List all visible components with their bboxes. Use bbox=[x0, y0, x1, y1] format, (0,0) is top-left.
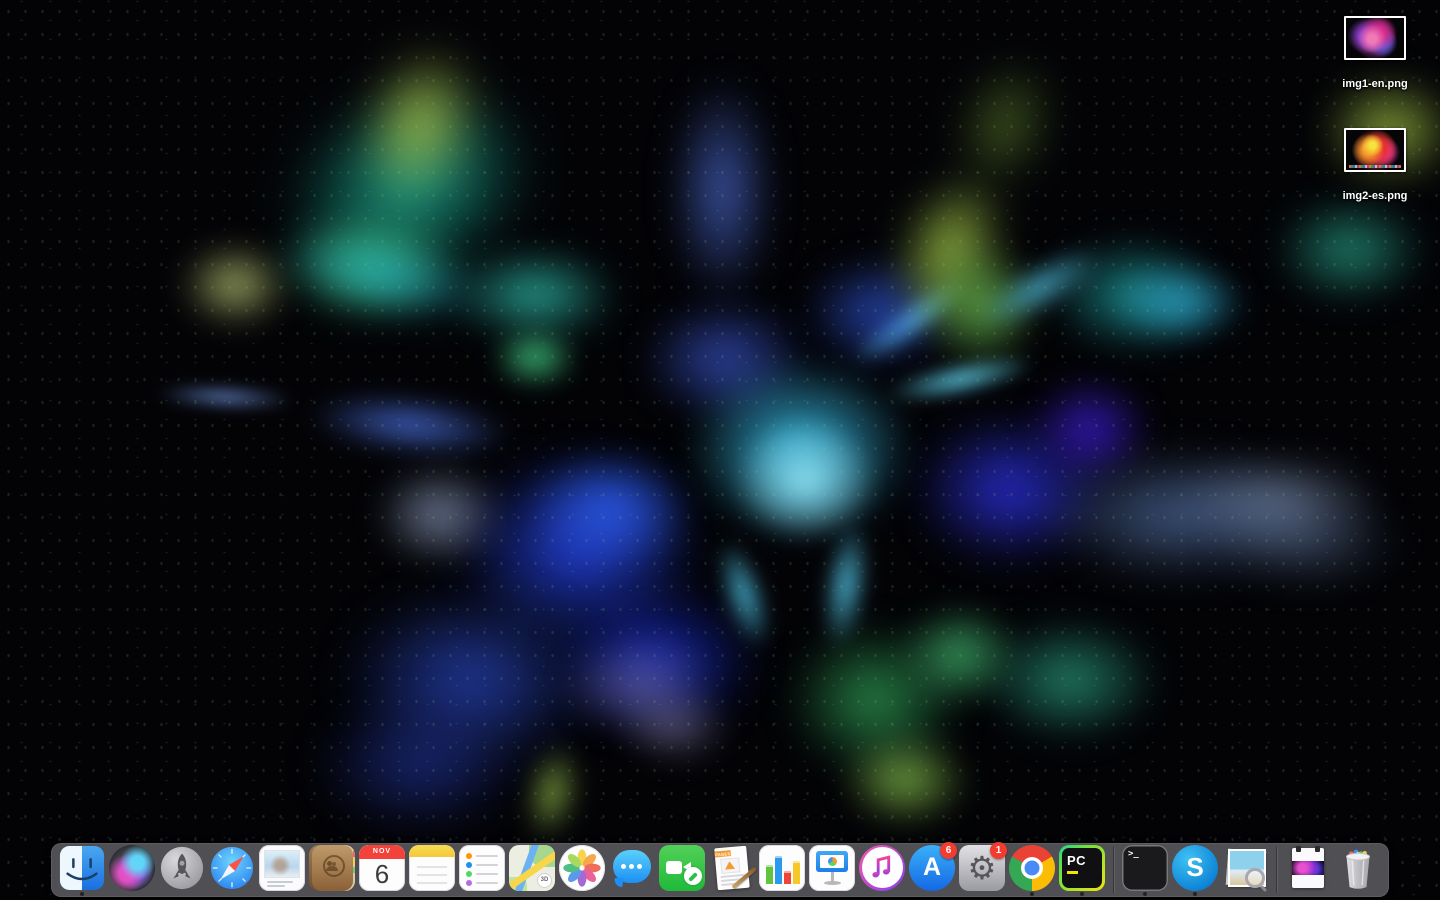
mail-icon bbox=[259, 845, 305, 891]
dock-item-document-img[interactable] bbox=[1283, 843, 1333, 897]
skype-icon: S bbox=[1172, 845, 1218, 891]
speckle-layer bbox=[0, 0, 1440, 900]
dock-item-facetime[interactable] bbox=[657, 843, 707, 897]
siri-icon bbox=[109, 845, 155, 891]
dock-item-notes[interactable] bbox=[407, 843, 457, 897]
file-thumbnail-img2 bbox=[1344, 128, 1406, 172]
dock-item-trash[interactable] bbox=[1333, 843, 1383, 897]
bar-green bbox=[766, 865, 773, 884]
dock-item-photos[interactable] bbox=[557, 843, 607, 897]
dock-item-preview[interactable] bbox=[1220, 843, 1270, 897]
dock-item-launchpad[interactable] bbox=[157, 843, 207, 897]
trash-full-icon bbox=[1335, 845, 1381, 891]
dock-item-pycharm[interactable]: PC bbox=[1057, 843, 1107, 897]
launchpad-icon bbox=[159, 845, 205, 891]
itunes-icon bbox=[859, 845, 905, 891]
desktop-file-img1-en[interactable]: img1-en.png bbox=[1315, 16, 1435, 90]
pycharm-icon: PC bbox=[1059, 845, 1105, 891]
dock-item-terminal[interactable]: >_ bbox=[1120, 843, 1170, 897]
safari-icon bbox=[209, 845, 255, 891]
file-label: img2-es.png bbox=[1343, 190, 1408, 202]
bar-blue bbox=[775, 856, 782, 884]
dock-item-itunes[interactable] bbox=[857, 843, 907, 897]
calendar-day: 6 bbox=[359, 859, 405, 891]
dock-item-mail[interactable] bbox=[257, 843, 307, 897]
chrome-icon bbox=[1009, 845, 1055, 891]
dock-item-safari[interactable] bbox=[207, 843, 257, 897]
macos-desktop: img1-en.png img2-es.png bbox=[0, 0, 1440, 900]
contacts-icon bbox=[309, 845, 355, 891]
running-indicator bbox=[1030, 892, 1034, 896]
address-line bbox=[267, 885, 285, 887]
dock-item-pages[interactable]: PAGES bbox=[707, 843, 757, 897]
notification-badge: 1 bbox=[990, 842, 1007, 859]
running-indicator bbox=[80, 892, 84, 896]
maps-icon: 3D bbox=[509, 845, 555, 891]
dock-item-skype[interactable]: S bbox=[1170, 843, 1220, 897]
video-camera-glyph bbox=[666, 861, 682, 874]
keynote-icon bbox=[809, 845, 855, 891]
maps-3d-badge: 3D bbox=[537, 873, 552, 888]
dock-item-app-store[interactable]: A 6 bbox=[907, 843, 957, 897]
dock-item-reminders[interactable] bbox=[457, 843, 507, 897]
running-indicator bbox=[1193, 892, 1197, 896]
dock-item-maps[interactable]: 3D bbox=[507, 843, 557, 897]
desktop-file-img2-es[interactable]: img2-es.png bbox=[1315, 128, 1435, 202]
reminders-icon bbox=[459, 845, 505, 891]
dock-divider bbox=[1276, 847, 1277, 893]
pages-icon: PAGES bbox=[709, 845, 755, 891]
pycharm-logo-text: PC bbox=[1067, 853, 1086, 868]
finder-icon bbox=[59, 845, 105, 891]
dock-item-system-preferences[interactable]: ⚙ 1 bbox=[957, 843, 1007, 897]
terminal-icon: >_ bbox=[1122, 845, 1168, 891]
bar-red bbox=[784, 871, 791, 884]
dock-item-calendar[interactable]: NOV 6 bbox=[357, 843, 407, 897]
stamp-picture bbox=[264, 850, 300, 878]
messages-icon bbox=[609, 845, 655, 891]
image-document-icon bbox=[1285, 845, 1331, 891]
photos-icon bbox=[559, 845, 605, 891]
dock-item-chrome[interactable] bbox=[1007, 843, 1057, 897]
wallpaper bbox=[0, 0, 1440, 900]
pages-banner: PAGES bbox=[714, 850, 730, 857]
dock-item-keynote[interactable] bbox=[807, 843, 857, 897]
notes-icon bbox=[409, 845, 455, 891]
dock-item-siri[interactable] bbox=[107, 843, 157, 897]
book-tab bbox=[353, 859, 355, 865]
address-line bbox=[267, 881, 293, 883]
calendar-icon: NOV 6 bbox=[359, 845, 405, 891]
running-indicator bbox=[1080, 892, 1084, 896]
file-thumbnail-img1 bbox=[1344, 16, 1406, 60]
dock-item-finder[interactable] bbox=[57, 843, 107, 897]
book-tab bbox=[353, 851, 355, 857]
dock-item-messages[interactable] bbox=[607, 843, 657, 897]
dock: NOV 6 bbox=[51, 843, 1389, 897]
running-indicator bbox=[1143, 892, 1147, 896]
dock-item-contacts[interactable] bbox=[307, 843, 357, 897]
calendar-month: NOV bbox=[359, 845, 405, 859]
book-tab bbox=[353, 867, 355, 873]
dock-item-numbers[interactable] bbox=[757, 843, 807, 897]
numbers-icon bbox=[759, 845, 805, 891]
file-label: img1-en.png bbox=[1342, 78, 1407, 90]
preview-icon bbox=[1222, 845, 1268, 891]
facetime-icon bbox=[659, 845, 705, 891]
bar-yellow bbox=[793, 861, 800, 884]
notification-badge: 6 bbox=[940, 842, 957, 859]
dock-divider bbox=[1113, 847, 1114, 893]
